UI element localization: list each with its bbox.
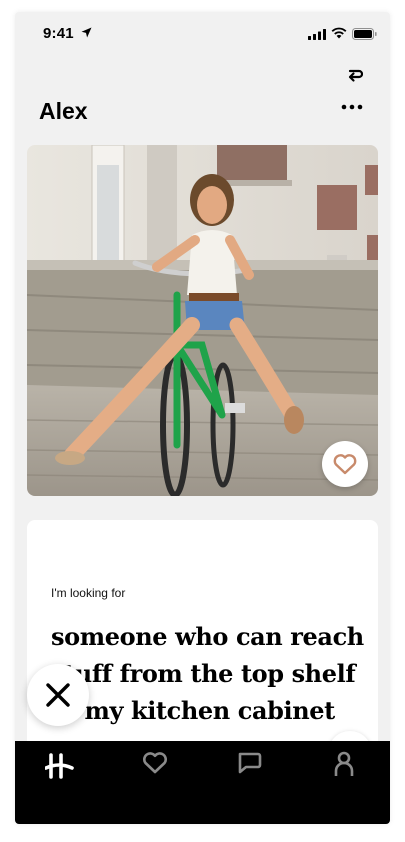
status-time: 9:41 [43, 25, 74, 42]
prompt-label: I'm looking for [51, 586, 126, 600]
heart-icon [143, 752, 167, 774]
cycling-photo [27, 145, 378, 496]
hinge-logo-icon [44, 753, 74, 779]
phone-screen: 9:41 Alex I'm looking for someone who ca… [15, 12, 390, 824]
heart-icon [333, 454, 357, 475]
undo-icon[interactable] [345, 68, 363, 86]
close-icon [46, 683, 70, 707]
profile-photo[interactable] [27, 145, 378, 496]
skip-button[interactable] [27, 664, 89, 726]
profile-icon [334, 751, 354, 776]
tab-bar [15, 741, 390, 824]
chat-icon [238, 752, 262, 774]
tab-matches[interactable] [236, 751, 276, 787]
tab-likes[interactable] [142, 751, 182, 787]
prompt-answer: someone who can reach stuff from the top… [51, 622, 364, 725]
cellular-signal-icon [308, 29, 326, 40]
tab-discover[interactable] [44, 751, 85, 787]
tab-profile[interactable] [332, 751, 372, 787]
status-bar: 9:41 [15, 12, 390, 56]
more-options-icon[interactable] [341, 104, 363, 110]
location-arrow-icon [81, 27, 92, 38]
wifi-icon [331, 27, 347, 39]
like-photo-button[interactable] [322, 441, 368, 487]
battery-icon [352, 28, 377, 40]
profile-name: Alex [39, 98, 88, 124]
